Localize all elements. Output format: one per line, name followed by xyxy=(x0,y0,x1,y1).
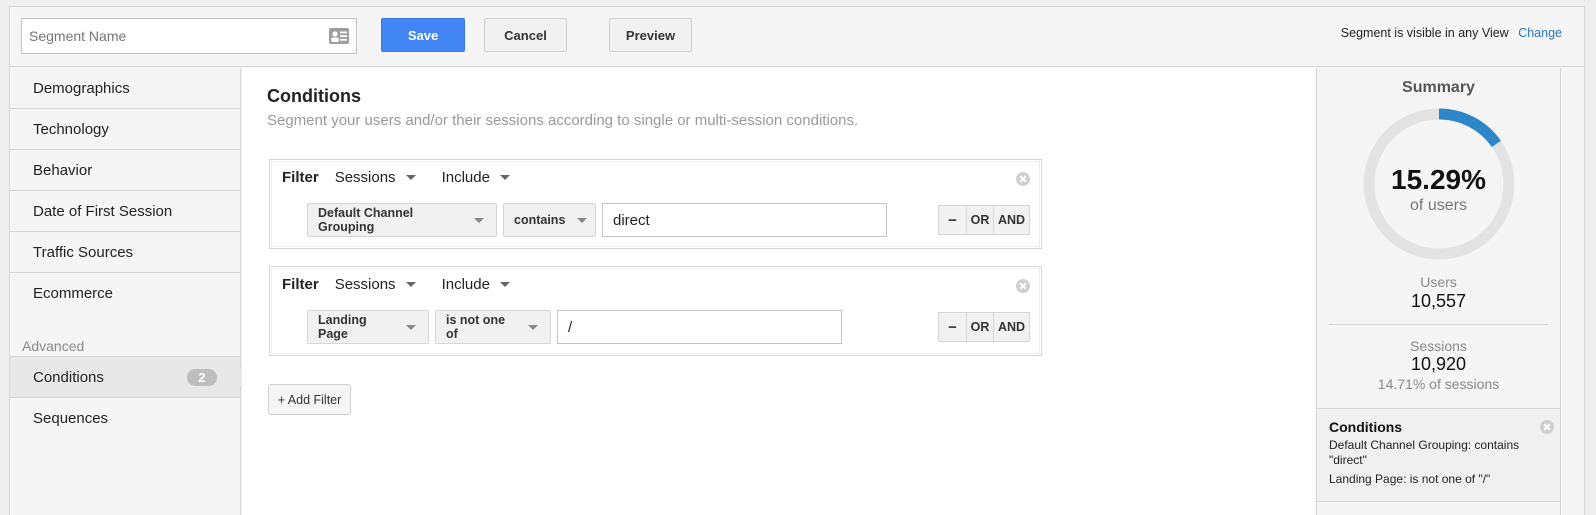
condition-logic-buttons: − OR AND xyxy=(938,205,1030,235)
filter-scope-dropdown[interactable]: Sessions xyxy=(335,169,416,186)
summary-divider xyxy=(1329,324,1548,325)
filter-scope-dropdown[interactable]: Sessions xyxy=(335,276,416,293)
filter-scope-value: Sessions xyxy=(334,276,396,293)
remove-condition-button[interactable]: − xyxy=(939,313,967,341)
page-description: Segment your users and/or their sessions… xyxy=(267,112,859,129)
sidebar: Demographics Technology Behavior Date of… xyxy=(10,68,252,515)
summary-conditions: Conditions Default Channel Grouping: con… xyxy=(1317,408,1560,502)
dimension-dropdown[interactable]: Landing Page xyxy=(307,310,429,344)
summary-panel: Summary 15.29% of users Users 10,557 Ses… xyxy=(1316,68,1561,515)
cancel-button[interactable]: Cancel xyxy=(484,18,567,52)
sidebar-item-sequences[interactable]: Sequences xyxy=(10,398,240,439)
sessions-value: 10,920 xyxy=(1410,354,1467,374)
page-title: Conditions xyxy=(267,86,361,106)
summary-condition-line: Default Channel Grouping: contains "dire… xyxy=(1329,438,1520,467)
sidebar-item-label: Date of First Session xyxy=(33,202,173,220)
segment-name-field[interactable] xyxy=(21,18,357,54)
sidebar-item-label: Behavior xyxy=(33,161,93,179)
save-button[interactable]: Save xyxy=(381,18,465,52)
sidebar-item-technology[interactable]: Technology xyxy=(10,109,240,150)
filter-header: Filter Sessions Include xyxy=(282,169,536,186)
dimension-value: Landing Page xyxy=(318,313,367,341)
remove-filter-icon[interactable] xyxy=(1016,279,1030,293)
sidebar-item-traffic-sources[interactable]: Traffic Sources xyxy=(10,232,240,273)
add-filter-button[interactable]: + Add Filter xyxy=(268,384,351,415)
caret-down-icon xyxy=(474,217,484,223)
remove-filter-icon[interactable] xyxy=(1016,172,1030,186)
filter-label: Filter xyxy=(282,276,319,293)
condition-row: Landing Page is not one of xyxy=(307,310,842,344)
sidebar-item-behavior[interactable]: Behavior xyxy=(10,150,240,191)
sidebar-item-label: Technology xyxy=(33,120,109,138)
operator-value: is not one of xyxy=(446,313,506,341)
conditions-count-badge: 2 xyxy=(187,369,217,386)
caret-down-icon xyxy=(405,282,416,287)
filter-mode-dropdown[interactable]: Include xyxy=(442,169,510,186)
or-button[interactable]: OR xyxy=(967,206,994,234)
segment-toolbar: Save Cancel Preview Segment is visible i… xyxy=(10,7,1584,67)
visibility-text: Segment is visible in any View xyxy=(1340,26,1509,40)
filter-card: Filter Sessions Include Default Channel … xyxy=(269,159,1042,249)
summary-conditions-title: Conditions xyxy=(1329,419,1403,435)
filter-mode-value: Include xyxy=(441,276,490,293)
caret-down-icon xyxy=(577,217,588,223)
remove-conditions-icon[interactable] xyxy=(1540,420,1554,434)
users-value: 10,557 xyxy=(1410,291,1467,311)
filter-mode-value: Include xyxy=(441,169,490,186)
filter-scope-value: Sessions xyxy=(334,169,396,186)
sessions-label: Sessions xyxy=(1410,338,1467,354)
caret-down-icon xyxy=(405,175,416,180)
filter-card: Filter Sessions Include Landing Page is … xyxy=(269,266,1042,356)
sidebar-item-label: Ecommerce xyxy=(33,285,114,302)
remove-condition-button[interactable]: − xyxy=(939,206,967,234)
change-visibility-link[interactable]: Change xyxy=(1518,26,1562,40)
caret-down-icon xyxy=(406,324,416,330)
operator-value: contains xyxy=(514,213,566,227)
caret-down-icon xyxy=(528,324,538,330)
segment-editor: Save Cancel Preview Segment is visible i… xyxy=(9,6,1585,515)
contact-card-icon xyxy=(329,28,349,44)
preview-button[interactable]: Preview xyxy=(609,18,692,52)
users-percentage: 15.29% xyxy=(1391,164,1486,195)
filter-header: Filter Sessions Include xyxy=(282,276,536,293)
conditions-panel: Conditions Segment your users and/or the… xyxy=(242,68,1315,515)
condition-logic-buttons: − OR AND xyxy=(938,312,1030,342)
caret-down-icon xyxy=(499,175,510,180)
sidebar-item-date-of-first-session[interactable]: Date of First Session xyxy=(10,191,240,232)
sidebar-item-label: Traffic Sources xyxy=(33,243,134,261)
operator-dropdown[interactable]: contains xyxy=(503,203,596,237)
condition-value-input[interactable] xyxy=(602,203,887,237)
condition-value-input[interactable] xyxy=(557,310,842,344)
or-button[interactable]: OR xyxy=(967,313,994,341)
and-button[interactable]: AND xyxy=(994,206,1029,234)
sidebar-item-label: Demographics xyxy=(33,79,130,97)
dimension-dropdown[interactable]: Default Channel Grouping xyxy=(307,203,497,237)
sidebar-item-ecommerce[interactable]: Ecommerce xyxy=(10,273,240,314)
donut-fill-arc xyxy=(1438,108,1501,148)
dimension-value: Default Channel Grouping xyxy=(318,206,414,234)
visibility-info: Segment is visible in any View Change xyxy=(1341,26,1562,40)
filter-mode-dropdown[interactable]: Include xyxy=(442,276,510,293)
caret-down-icon xyxy=(499,282,510,287)
users-percentage-label: of users xyxy=(1410,197,1467,214)
sidebar-section-advanced: Advanced xyxy=(10,338,240,357)
operator-dropdown[interactable]: is not one of xyxy=(435,310,551,344)
filter-label: Filter xyxy=(282,169,319,186)
summary-title: Summary xyxy=(1402,79,1475,96)
sidebar-item-conditions[interactable]: Conditions 2 xyxy=(10,357,252,398)
sidebar-item-label: Sequences xyxy=(33,410,109,427)
condition-row: Default Channel Grouping contains xyxy=(307,203,887,237)
and-button[interactable]: AND xyxy=(994,313,1029,341)
sessions-percentage: 14.71% of sessions xyxy=(1377,376,1500,392)
users-label: Users xyxy=(1420,274,1457,290)
sidebar-item-demographics[interactable]: Demographics xyxy=(10,68,240,109)
segment-name-input[interactable] xyxy=(22,19,329,53)
summary-condition-line: Landing Page: is not one of "/" xyxy=(1329,472,1491,486)
sidebar-item-label: Conditions xyxy=(33,368,104,386)
